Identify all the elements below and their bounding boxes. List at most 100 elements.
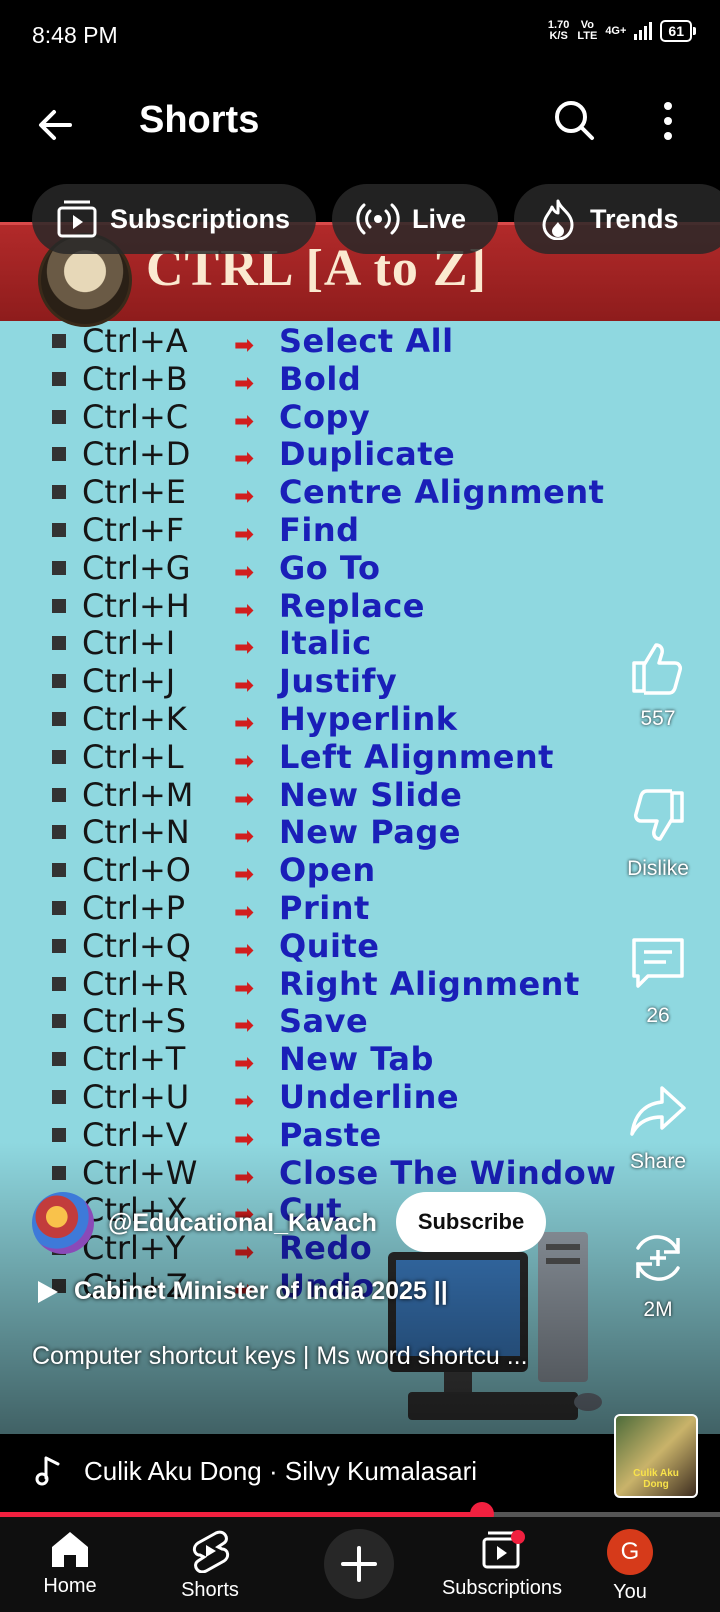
share-button[interactable]: Share xyxy=(598,1080,718,1174)
shortcut-key: Ctrl+Q xyxy=(82,926,191,965)
back-arrow-icon[interactable] xyxy=(30,100,80,150)
shortcut-key: Ctrl+C xyxy=(82,397,189,436)
share-icon xyxy=(630,1086,686,1136)
thumbs-up-icon xyxy=(632,643,682,695)
chip-subscriptions[interactable]: Subscriptions xyxy=(32,184,316,254)
battery-icon: 61 xyxy=(660,20,696,42)
arrow-icon: ➡ xyxy=(234,899,255,926)
bottom-navigation: Home Shorts Subscriptions G You xyxy=(0,1517,720,1612)
shortcut-action: Find xyxy=(279,511,360,549)
shortcut-action: Underline xyxy=(279,1078,460,1116)
subscriptions-nav-icon xyxy=(482,1530,525,1569)
bullet-icon xyxy=(52,598,66,613)
remix-button[interactable]: 2M xyxy=(598,1228,718,1322)
shortcut-action: Duplicate xyxy=(279,435,456,474)
subscribe-button[interactable]: Subscribe xyxy=(396,1192,546,1252)
arrow-icon: ➡ xyxy=(234,407,255,435)
network-speed: 1.70 K/S xyxy=(547,19,570,42)
network-type: 4G+ xyxy=(605,25,627,37)
create-button[interactable] xyxy=(324,1529,394,1599)
remix-count: 2M xyxy=(643,1298,673,1321)
shortcut-key: Ctrl+F xyxy=(82,511,185,549)
shortcut-key: Ctrl+R xyxy=(82,964,188,1003)
shortcut-row: Ctrl+F ➡ Find xyxy=(0,511,720,550)
shortcut-action: Quite xyxy=(279,926,380,965)
create-icon xyxy=(341,1546,377,1582)
shortcut-action: Open xyxy=(279,851,376,890)
shortcut-key: Ctrl+I xyxy=(82,624,176,663)
nav-shorts[interactable]: Shorts xyxy=(150,1529,270,1602)
nav-home[interactable]: Home xyxy=(10,1529,130,1598)
like-count: 557 xyxy=(640,707,676,730)
play-icon xyxy=(38,1280,58,1303)
bullet-icon xyxy=(52,523,66,537)
dislike-label: Dislike xyxy=(627,857,689,880)
shortcut-row: Ctrl+B ➡ Bold xyxy=(0,360,720,399)
shortcut-action: Print xyxy=(279,889,370,927)
dislike-button[interactable]: Dislike xyxy=(598,787,718,881)
music-note-icon xyxy=(35,1456,60,1486)
music-bar[interactable]: Culik Aku Dong · Silvy Kumalasari Culik … xyxy=(0,1414,720,1512)
more-options-icon[interactable] xyxy=(648,96,688,146)
arrow-icon: ➡ xyxy=(234,785,255,813)
chip-trends[interactable]: Trends xyxy=(514,184,720,254)
thumbs-down-icon xyxy=(634,789,684,841)
shortcut-row: Ctrl+P ➡ Print xyxy=(0,889,720,928)
comments-button[interactable]: 26 xyxy=(598,934,718,1028)
bullet-icon xyxy=(52,787,66,802)
shortcut-key: Ctrl+J xyxy=(82,662,176,701)
shortcut-key: Ctrl+T xyxy=(82,1040,186,1079)
shortcut-action: New Tab xyxy=(279,1040,434,1079)
bullet-icon xyxy=(52,863,66,878)
chip-live[interactable]: Live xyxy=(332,184,498,254)
bullet-icon xyxy=(52,901,66,915)
arrow-icon: ➡ xyxy=(234,1088,255,1115)
bullet-icon xyxy=(52,749,66,764)
shortcut-action: Centre Alignment xyxy=(279,473,605,512)
shortcut-action: Hyperlink xyxy=(279,700,458,738)
shortcut-key: Ctrl+S xyxy=(82,1002,187,1041)
bullet-icon xyxy=(52,334,66,348)
arrow-icon: ➡ xyxy=(234,672,255,700)
live-icon xyxy=(356,203,400,235)
share-label: Share xyxy=(629,1150,687,1173)
bullet-icon xyxy=(52,636,66,651)
arrow-icon: ➡ xyxy=(234,823,255,851)
arrow-icon: ➡ xyxy=(234,483,255,511)
channel-avatar[interactable] xyxy=(32,1192,94,1254)
status-indicators: 1.70 K/S Vo LTE 4G+ 61 xyxy=(547,19,696,42)
channel-row: @Educational_Kavach Subscribe xyxy=(32,1192,546,1254)
short-video-player[interactable]: CTRL [A to Z] Ctrl+A ➡ Select All Ctrl+B ➡ Bo… xyxy=(0,182,720,1434)
arrow-icon: ➡ xyxy=(234,369,255,397)
search-icon[interactable] xyxy=(550,96,600,146)
shortcut-key: Ctrl+K xyxy=(82,700,187,738)
like-button[interactable]: 557 xyxy=(598,637,718,731)
bullet-icon xyxy=(52,712,66,726)
subscriptions-icon xyxy=(57,200,97,238)
song-title: Culik Aku Dong · Silvy Kumalasari xyxy=(84,1456,478,1486)
shortcut-key: Ctrl+O xyxy=(82,851,191,890)
arrow-icon: ➡ xyxy=(234,747,255,775)
top-app-bar: Shorts xyxy=(0,72,720,182)
arrow-icon: ➡ xyxy=(234,332,255,359)
comment-icon xyxy=(632,938,684,988)
bullet-icon xyxy=(52,409,66,424)
channel-handle[interactable]: @Educational_Kavach xyxy=(108,1209,377,1238)
arrow-icon: ➡ xyxy=(234,521,255,548)
nav-you[interactable]: G You xyxy=(570,1529,690,1604)
bullet-icon xyxy=(52,825,66,840)
video-description[interactable]: Computer shortcut keys | Ms word shortcu… xyxy=(32,1342,592,1371)
music-thumbnail[interactable]: Culik Aku Dong xyxy=(614,1414,698,1498)
arrow-icon: ➡ xyxy=(234,445,255,473)
shortcut-row: Ctrl+H ➡ Replace xyxy=(0,587,720,626)
feed-filter-chips: Subscriptions Live Trends xyxy=(0,182,720,262)
shorts-icon xyxy=(192,1530,230,1573)
status-bar: 8:48 PM 1.70 K/S Vo LTE 4G+ 61 xyxy=(0,0,720,72)
shortcut-key: Ctrl+G xyxy=(82,548,191,587)
nav-subscriptions[interactable]: Subscriptions xyxy=(432,1529,572,1600)
bullet-icon xyxy=(52,371,66,386)
playlist-link[interactable]: Cabinet Minister of India 2025 || xyxy=(34,1277,448,1306)
shortcut-key: Ctrl+D xyxy=(82,435,191,474)
shortcut-action: New Page xyxy=(279,813,461,852)
arrow-icon: ➡ xyxy=(234,558,255,586)
